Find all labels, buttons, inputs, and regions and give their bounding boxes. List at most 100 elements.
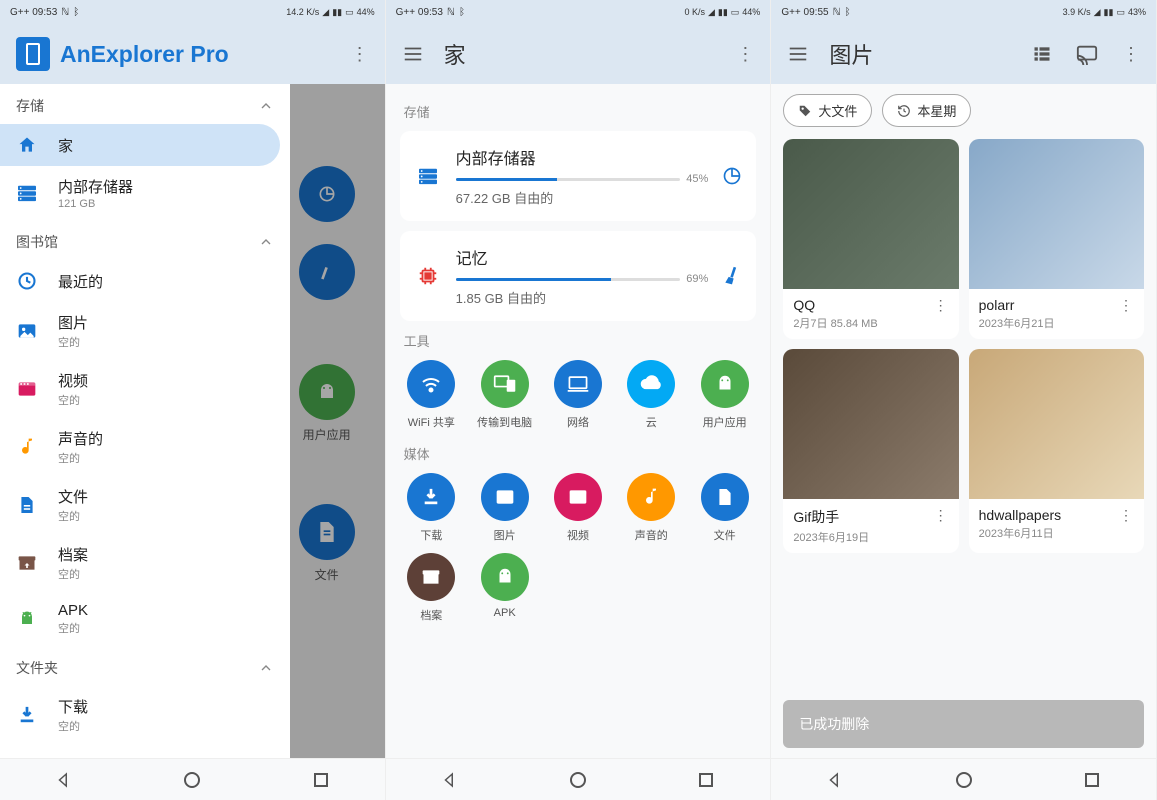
storage-pct: 69% [686,273,708,285]
photo-card[interactable]: polarr2023年6月21日 ⋮ [969,139,1144,339]
more-icon[interactable]: ⋮ [933,507,949,524]
drawer-item-sub: 空的 [58,508,274,524]
drawer-item-title: 图片 [58,312,274,333]
download-icon [407,473,455,521]
drawer-item-sub: 空的 [58,450,274,466]
tool-label: 文件 [714,527,736,543]
tool-download[interactable]: 下载 [400,473,463,543]
drawer-item-apk[interactable]: APK空的 [0,592,290,646]
tool-label: 用户应用 [703,414,747,430]
menu-icon[interactable] [787,43,809,65]
page-title: 图片 [829,38,1012,70]
tool-video[interactable]: 视频 [546,473,609,543]
drawer-item-file[interactable]: 文件空的 [0,476,290,534]
image-icon [16,320,38,342]
tool-devices[interactable]: 传输到电脑 [473,360,536,430]
tool-label: 声音的 [635,527,668,543]
home-button[interactable] [951,767,977,793]
tool-laptop[interactable]: 网络 [546,360,609,430]
cast-icon[interactable] [1076,43,1098,65]
recents-button[interactable] [1079,767,1105,793]
file-icon [701,473,749,521]
more-icon[interactable]: ⋮ [736,44,754,65]
drawer-item-sub: 空的 [58,620,274,636]
home-button[interactable] [565,767,591,793]
drawer-item-download[interactable]: 下载空的 [0,686,290,744]
drawer-item-archive[interactable]: 档案空的 [0,534,290,592]
chart-icon[interactable] [722,166,742,186]
signal-icon: ▮▮ [1104,7,1114,18]
drawer-item-sub: 空的 [58,718,274,734]
status-speed: 3.9 K/s [1063,7,1091,17]
screenshot-2: G++ 09:53 ℕ ᛒ 0 K/s ◢ ▮▮ ▭ 44% 家 ⋮ 存储 内部… [386,0,772,800]
tool-label: 档案 [420,607,442,623]
back-button[interactable] [437,767,463,793]
more-icon[interactable]: ⋮ [1118,507,1134,524]
drawer-item-title: 视频 [58,370,274,391]
photo-card[interactable]: QQ2月7日 85.84 MB ⋮ [783,139,958,339]
status-battery: 43% [1128,7,1146,17]
drawer-section-header[interactable]: 文件夹 [0,646,290,686]
photo-card[interactable]: Gif助手2023年6月19日 ⋮ [783,349,958,553]
section-title: 图书馆 [16,232,58,252]
drawer-item-sub: 121 GB [58,198,274,210]
recents-button[interactable] [693,767,719,793]
more-icon[interactable]: ⋮ [933,297,949,314]
menu-icon[interactable] [402,43,424,65]
drawer-item-title: 档案 [58,544,274,565]
tool-audio[interactable]: 声音的 [620,473,683,543]
chip-tag[interactable]: 大文件 [783,94,872,127]
cloud-icon [627,360,675,408]
recents-button[interactable] [308,767,334,793]
storage-free: 1.85 GB 自由的 [456,288,709,307]
drawer-item-title: 声音的 [58,428,274,449]
tool-image[interactable]: 图片 [473,473,536,543]
tool-android[interactable]: 用户应用 [693,360,756,430]
tool-file[interactable]: 文件 [693,473,756,543]
screenshot-1: G++ 09:53 ℕ ᛒ 14.2 K/s ◢ ▮▮ ▭ 44% AnExpl… [0,0,386,800]
drawer-item-title: APK [58,602,274,619]
drawer-item-storage[interactable]: 内部存储器121 GB [0,166,290,220]
back-button[interactable] [51,767,77,793]
nfc-icon: ℕ [447,7,455,18]
drawer-section-header[interactable]: 存储 [0,84,290,124]
tool-label: APK [494,607,516,619]
storage-card[interactable]: 内部存储器 45% 67.22 GB 自由的 [400,131,757,221]
photo-card[interactable]: hdwallpapers2023年6月11日 ⋮ [969,349,1144,553]
view-list-icon[interactable] [1032,44,1052,64]
wifi-icon [407,360,455,408]
drawer-item-home[interactable]: 家 [0,124,280,166]
drawer-item-video[interactable]: 视频空的 [0,360,290,418]
home-icon [16,134,38,156]
tool-label: 图片 [494,527,516,543]
back-button[interactable] [822,767,848,793]
drawer-section-header[interactable]: 网络 [0,744,290,758]
status-time: G++ 09:55 [781,7,828,18]
navigation-drawer[interactable]: 存储 家 内部存储器121 GB 图书馆 最近的 图片空的 视频空的 声音的空的… [0,84,290,758]
drawer-item-audio[interactable]: 声音的空的 [0,418,290,476]
tool-wifi[interactable]: WiFi 共享 [400,360,463,430]
tool-cloud[interactable]: 云 [620,360,683,430]
home-button[interactable] [179,767,205,793]
drawer-item-title: 文件 [58,486,274,507]
drawer-item-title: 最近的 [58,271,274,292]
more-icon[interactable]: ⋮ [351,44,369,65]
app-header: 图片 ⋮ [771,24,1156,84]
tool-android[interactable]: APK [473,553,536,623]
drawer-section-header[interactable]: 图书馆 [0,220,290,260]
photo-thumbnail [969,349,1144,499]
more-icon[interactable]: ⋮ [1122,44,1140,65]
drawer-item-image[interactable]: 图片空的 [0,302,290,360]
photo-name: hdwallpapers [979,507,1118,523]
photo-name: Gif助手 [793,507,932,527]
more-icon[interactable]: ⋮ [1118,297,1134,314]
section-media-label: 媒体 [404,444,757,463]
drawer-item-recent[interactable]: 最近的 [0,260,290,302]
clean-icon[interactable] [722,265,742,287]
chip-history[interactable]: 本星期 [882,94,971,127]
storage-card[interactable]: 记忆 69% 1.85 GB 自由的 [400,231,757,321]
tool-archive[interactable]: 档案 [400,553,463,623]
recent-icon [16,270,38,292]
video-icon [554,473,602,521]
tool-label: 视频 [567,527,589,543]
